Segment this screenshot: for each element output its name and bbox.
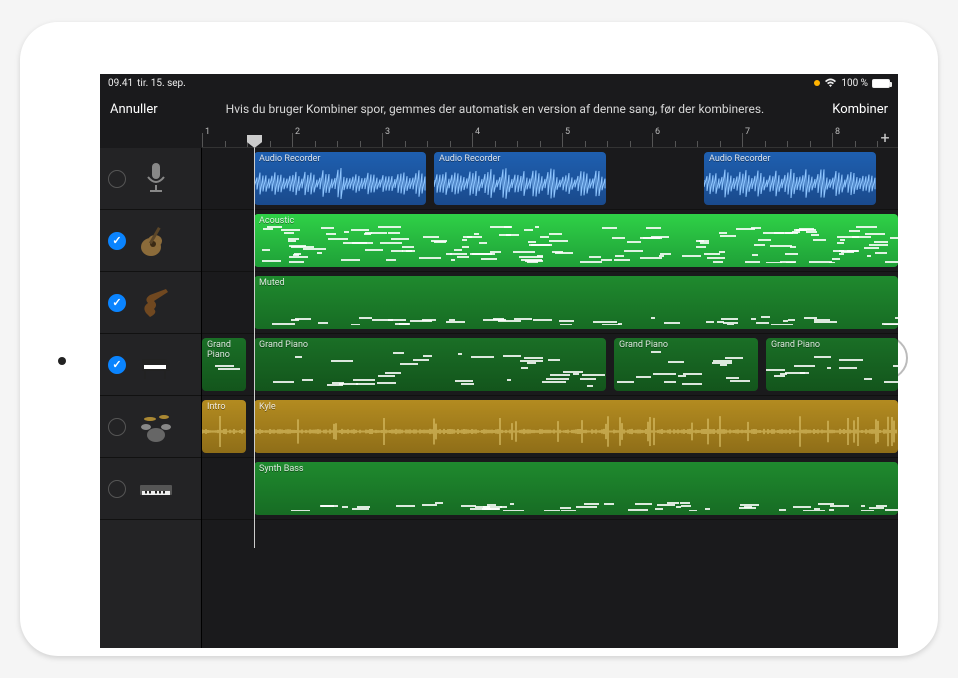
track-header-mic[interactable]	[100, 148, 201, 210]
microphone-icon	[134, 157, 178, 201]
region-label: Grand Piano	[259, 340, 308, 350]
ruler-bar-label: 6	[655, 127, 660, 137]
status-date: tir. 15. sep.	[137, 78, 186, 89]
track-select-checkbox[interactable]	[108, 480, 126, 498]
tracks-area: Audio Recorder Audio Recorder Audio Record…	[100, 148, 898, 648]
combine-button[interactable]: Kombiner	[832, 102, 888, 117]
track-lane-drums[interactable]: Intro Kyle	[202, 396, 898, 458]
region-label: Audio Recorder	[259, 154, 320, 164]
track-lane-acoustic[interactable]: Acoustic	[202, 210, 898, 272]
region[interactable]: Grand Piano	[254, 338, 606, 391]
status-bar: 09.41 tir. 15. sep. 100 %	[100, 74, 898, 92]
ruler-bar-label: 2	[295, 127, 300, 137]
region[interactable]: Muted	[254, 276, 898, 329]
ipad-frame: 09.41 tir. 15. sep. 100 % Annuller Hvis …	[20, 22, 938, 656]
region-label: Grand Piano	[771, 340, 820, 350]
region-label: Synth Bass	[259, 464, 304, 474]
keyboard-synth-icon	[134, 467, 178, 511]
track-select-checkbox[interactable]	[108, 232, 126, 250]
region-label: Audio Recorder	[709, 154, 770, 164]
grand-piano-icon	[134, 343, 178, 387]
region-label: Muted	[259, 278, 285, 288]
track-select-checkbox[interactable]	[108, 294, 126, 312]
ruler-bar-label: 1	[205, 127, 210, 137]
region-label: Audio Recorder	[439, 154, 500, 164]
track-select-checkbox[interactable]	[108, 356, 126, 374]
track-lane-mic[interactable]: Audio Recorder Audio Recorder Audio Record…	[202, 148, 898, 210]
region[interactable]: Acoustic	[254, 214, 898, 267]
battery-icon	[872, 79, 890, 88]
region[interactable]: Audio Recorder	[254, 152, 426, 205]
region[interactable]: Audio Recorder	[434, 152, 606, 205]
region[interactable]: Grand Piano	[202, 338, 246, 391]
bass-guitar-icon	[134, 281, 178, 325]
ruler-bar-label: 5	[565, 127, 570, 137]
combine-info-message: Hvis du bruger Kombiner spor, gemmes der…	[158, 102, 833, 116]
top-bar: Annuller Hvis du bruger Kombiner spor, g…	[100, 92, 898, 126]
ruler-bar-label: 4	[475, 127, 480, 137]
track-select-checkbox[interactable]	[108, 170, 126, 188]
timeline-ruler[interactable]: 1 2 3 4 5 6 7 8 +	[202, 126, 898, 148]
track-header-piano[interactable]	[100, 334, 201, 396]
status-time: 09.41	[108, 78, 133, 89]
track-select-checkbox[interactable]	[108, 418, 126, 436]
track-lane-bass[interactable]: Muted	[202, 272, 898, 334]
region[interactable]: Kyle	[254, 400, 898, 453]
track-headers	[100, 148, 202, 648]
region[interactable]: Audio Recorder	[704, 152, 876, 205]
cancel-button[interactable]: Annuller	[110, 102, 158, 117]
acoustic-guitar-icon	[134, 219, 178, 263]
battery-percent: 100 %	[841, 78, 868, 89]
track-header-synth[interactable]	[100, 458, 201, 520]
ipad-camera-icon	[58, 357, 66, 365]
region[interactable]: Grand Piano	[614, 338, 758, 391]
track-lane-synth[interactable]: Synth Bass	[202, 458, 898, 520]
region[interactable]: Intro	[202, 400, 246, 453]
track-header-drums[interactable]	[100, 396, 201, 458]
track-header-acoustic[interactable]	[100, 210, 201, 272]
track-header-bass[interactable]	[100, 272, 201, 334]
app-screen: 09.41 tir. 15. sep. 100 % Annuller Hvis …	[100, 74, 898, 648]
wifi-icon	[824, 78, 837, 88]
region[interactable]: Synth Bass	[254, 462, 898, 515]
drum-kit-icon	[134, 405, 178, 449]
region-label: Kyle	[259, 402, 276, 412]
region[interactable]: Grand Piano	[766, 338, 898, 391]
ruler-bar-label: 8	[835, 127, 840, 137]
add-bars-button[interactable]: +	[876, 128, 894, 147]
timeline[interactable]: Audio Recorder Audio Recorder Audio Record…	[202, 148, 898, 648]
region-label: Intro	[207, 402, 225, 412]
ruler-bar-label: 3	[385, 127, 390, 137]
ruler-bar-label: 7	[745, 127, 750, 137]
region-label: Acoustic	[259, 216, 294, 226]
track-lane-piano[interactable]: Grand Piano Grand Piano Grand Piano Grand P…	[202, 334, 898, 396]
playhead[interactable]	[254, 148, 255, 548]
region-label: Grand Piano	[619, 340, 668, 350]
wifi-dot-icon	[814, 80, 820, 86]
